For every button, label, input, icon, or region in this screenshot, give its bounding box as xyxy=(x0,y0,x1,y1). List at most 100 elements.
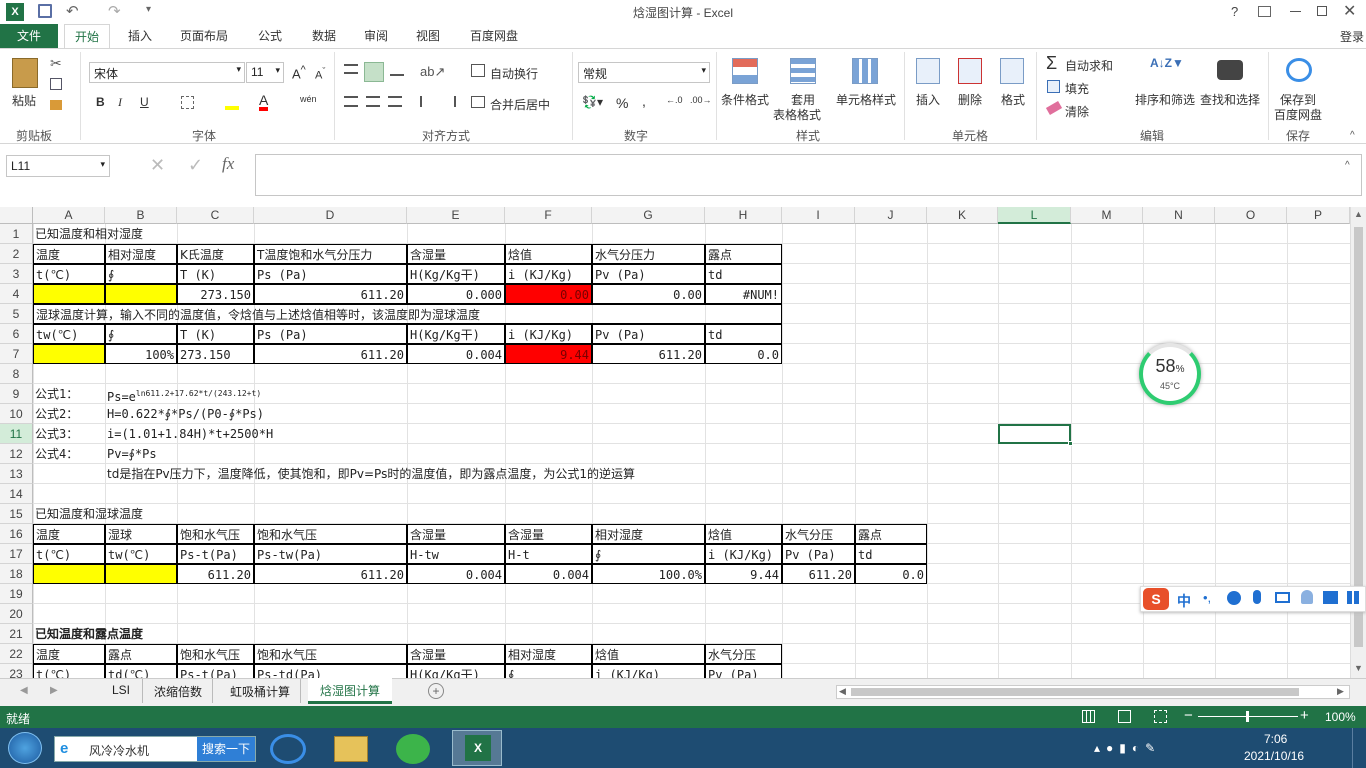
column-header[interactable]: K xyxy=(927,207,998,224)
row-header[interactable]: 20 xyxy=(0,604,33,624)
page-break-view-icon[interactable] xyxy=(1154,710,1167,723)
unit-cell[interactable]: ∮ xyxy=(105,264,177,284)
row-header[interactable]: 11 xyxy=(0,424,33,444)
save-baidu-button-2[interactable]: 百度网盘 xyxy=(1274,106,1322,123)
row-header[interactable]: 7 xyxy=(0,344,33,364)
cell[interactable]: 611.20 xyxy=(254,564,407,584)
row-header[interactable]: 9 xyxy=(0,384,33,404)
unit-cell[interactable]: tw(℃) xyxy=(33,324,105,344)
start-button-icon[interactable] xyxy=(8,732,42,764)
h-scroll-thumb[interactable] xyxy=(851,688,1299,696)
cell[interactable]: 0.004 xyxy=(407,344,505,364)
input-rh[interactable] xyxy=(105,284,177,304)
section-title[interactable]: 已知温度和湿球温度 xyxy=(33,504,407,524)
header-cell[interactable]: 相对湿度 xyxy=(505,644,592,664)
column-header[interactable]: F xyxy=(505,207,592,224)
row-header[interactable]: 1 xyxy=(0,224,33,244)
unit-cell[interactable]: Ps-tw(Pa) xyxy=(254,544,407,564)
file-explorer-taskbar-icon[interactable] xyxy=(334,736,368,762)
wrap-text-button[interactable]: 自动换行 xyxy=(490,65,538,82)
font-size-select[interactable]: 11 ▾ xyxy=(246,62,284,83)
align-left-icon[interactable] xyxy=(344,96,358,107)
unit-cell[interactable]: i (KJ/Kg) xyxy=(505,264,592,284)
orientation-icon[interactable]: ab↗ xyxy=(420,64,445,80)
select-all-corner[interactable] xyxy=(0,207,33,224)
insert-cells-button[interactable]: 插入 xyxy=(916,91,940,108)
cell[interactable]: 0.000 xyxy=(407,284,505,304)
cell[interactable]: 611.20 xyxy=(592,344,705,364)
unit-cell[interactable]: Ps-td(Pa) xyxy=(254,664,407,678)
increase-font-icon[interactable]: A^ xyxy=(292,64,306,81)
input-temp[interactable] xyxy=(33,564,105,584)
currency-icon[interactable]: 💱▾ xyxy=(582,95,603,109)
name-box[interactable]: L11 ▾ xyxy=(6,155,110,177)
decrease-decimal-icon[interactable]: .00→ xyxy=(690,95,712,105)
selected-cell[interactable] xyxy=(998,424,1071,444)
input-temp[interactable] xyxy=(33,344,105,364)
expand-formula-icon[interactable]: ^ xyxy=(1345,160,1350,171)
unit-cell[interactable]: t(℃) xyxy=(33,544,105,564)
sheet-tab-siphon[interactable]: 虹吸桶计算 xyxy=(220,679,302,703)
ime-mode[interactable]: 中 xyxy=(1177,591,1191,611)
cell[interactable]: 0.0 xyxy=(705,344,782,364)
formula-text[interactable]: H=0.622*∮*Ps/(P0-∮*Ps) xyxy=(105,404,592,424)
ie-search-button[interactable]: 搜索一下 xyxy=(197,737,255,761)
unit-cell[interactable]: Pv (Pa) xyxy=(592,264,705,284)
row-header[interactable]: 12 xyxy=(0,444,33,464)
unit-cell[interactable]: td xyxy=(705,324,782,344)
unit-cell[interactable]: Pv (Pa) xyxy=(782,544,855,564)
formula-label[interactable]: 公式4： xyxy=(33,444,105,464)
delete-cells-button[interactable]: 删除 xyxy=(958,91,982,108)
cell[interactable]: 100% xyxy=(105,344,177,364)
sheet-tab-concentration[interactable]: 浓缩倍数 xyxy=(144,679,214,703)
scroll-left-icon[interactable]: ◀ xyxy=(839,686,846,697)
cell[interactable]: #NUM! xyxy=(705,284,782,304)
row-header[interactable]: 8 xyxy=(0,364,33,384)
formula-text[interactable]: Pv=∮*Ps xyxy=(105,444,592,464)
font-name-select[interactable]: 宋体 ▾ xyxy=(89,62,245,83)
column-header[interactable]: C xyxy=(177,207,254,224)
align-center-icon[interactable] xyxy=(366,96,380,107)
section-title[interactable]: 已知温度和相对湿度 xyxy=(33,224,407,244)
conditional-format-button[interactable]: 条件格式 xyxy=(721,91,769,108)
unit-cell[interactable]: Ps-t(Pa) xyxy=(177,664,254,678)
unit-cell[interactable]: t(℃) xyxy=(33,264,105,284)
fill-color-icon[interactable] xyxy=(225,95,239,110)
prev-sheet-icon[interactable]: ◀ xyxy=(20,685,28,696)
horizontal-scrollbar[interactable]: ◀ ▶ xyxy=(836,685,1350,699)
column-header[interactable]: N xyxy=(1143,207,1215,224)
minimize-button[interactable] xyxy=(1290,11,1301,12)
header-cell[interactable]: 含湿量 xyxy=(407,244,505,264)
header-cell[interactable]: 温度 xyxy=(33,644,105,664)
header-cell[interactable]: 露点 xyxy=(105,644,177,664)
unit-cell[interactable]: i (KJ/Kg) xyxy=(705,544,782,564)
column-header[interactable]: P xyxy=(1287,207,1350,224)
header-cell[interactable]: 焓值 xyxy=(705,524,782,544)
row-header[interactable]: 4 xyxy=(0,284,33,304)
unit-cell[interactable]: t(℃) xyxy=(33,664,105,678)
column-header[interactable]: B xyxy=(105,207,177,224)
unit-cell[interactable]: Pv (Pa) xyxy=(592,324,705,344)
header-cell[interactable]: 饱和水气压 xyxy=(254,524,407,544)
copy-icon[interactable] xyxy=(50,78,62,90)
header-cell[interactable]: 焓值 xyxy=(505,244,592,264)
formula-text[interactable]: Ps=eln611.2+17.62*t/(243.12+t) xyxy=(105,384,505,404)
cell[interactable]: 611.20 xyxy=(254,284,407,304)
row-header[interactable]: 3 xyxy=(0,264,33,284)
column-header[interactable]: D xyxy=(254,207,407,224)
unit-cell[interactable]: Ps (Pa) xyxy=(254,264,407,284)
zoom-in-icon[interactable]: + xyxy=(1300,707,1309,724)
row-header[interactable]: 16 xyxy=(0,524,33,544)
row-header[interactable]: 22 xyxy=(0,644,33,664)
find-select-button[interactable]: 查找和选择 xyxy=(1200,91,1260,108)
tab-file[interactable]: 文件 xyxy=(0,24,58,48)
login-link[interactable]: 登录 xyxy=(1340,28,1364,45)
tab-view[interactable]: 视图 xyxy=(406,24,450,48)
voice-icon[interactable] xyxy=(1253,590,1261,604)
unit-cell[interactable]: tw(℃) xyxy=(105,544,177,564)
header-cell[interactable]: 饱和水气压 xyxy=(177,524,254,544)
align-top-icon[interactable] xyxy=(344,64,358,74)
unit-cell[interactable]: T (K) xyxy=(177,324,254,344)
unit-cell[interactable]: i (KJ/Kg) xyxy=(592,664,705,678)
decrease-font-icon[interactable]: Aˇ xyxy=(315,66,325,82)
